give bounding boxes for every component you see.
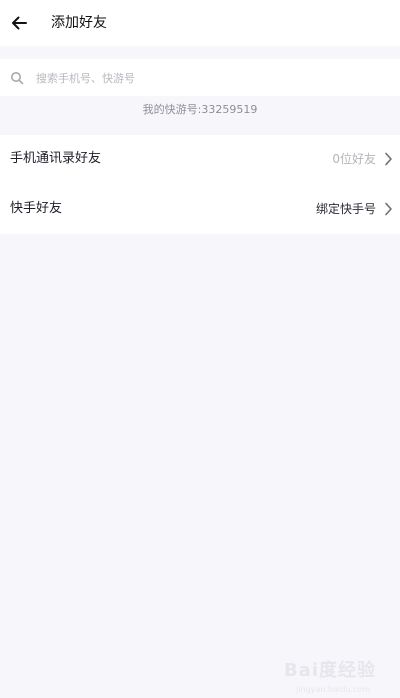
- watermark-url: jingyan.baidu.com: [296, 685, 370, 694]
- row-phone-contacts[interactable]: 手机通讯录好友 0位好友: [0, 135, 400, 183]
- watermark-logo: Bai度经验: [283, 660, 376, 681]
- chevron-right-icon: [385, 202, 392, 216]
- friend-source-list: 手机通讯录好友 0位好友 快手好友 绑定快手号: [0, 135, 400, 234]
- arrow-left-icon: [12, 16, 27, 30]
- top-bar: 添加好友: [0, 0, 400, 46]
- row-kuaishou-friends-label: 快手好友: [10, 201, 63, 216]
- chevron-right-icon: [385, 152, 392, 166]
- bind-kuaishou-value: 绑定快手号: [315, 202, 376, 216]
- my-account-id: 我的快游号:33259519: [142, 103, 258, 116]
- search-icon: [11, 72, 24, 85]
- search-input[interactable]: [36, 67, 376, 89]
- row-kuaishou-friends[interactable]: 快手好友 绑定快手号: [0, 185, 400, 233]
- back-button[interactable]: [6, 10, 32, 36]
- page-title: 添加好友: [51, 15, 107, 31]
- row-phone-contacts-label: 手机通讯录好友: [10, 151, 102, 166]
- friend-count-value: 0位好友: [332, 152, 376, 166]
- search-bar[interactable]: [0, 59, 400, 96]
